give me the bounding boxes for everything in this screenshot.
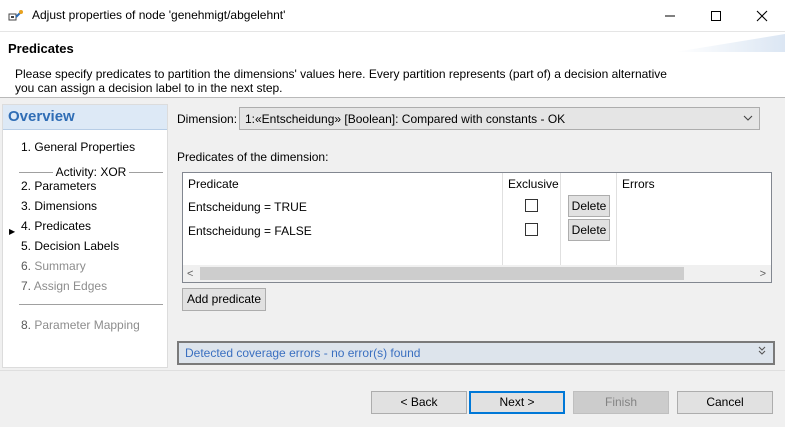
- nav-item-number: 4.: [21, 219, 32, 233]
- nav-group-text: Activity: XOR: [19, 165, 163, 179]
- minimize-icon: [665, 15, 675, 17]
- nav-item-number: 1.: [21, 140, 32, 154]
- dimension-select[interactable]: 1:«Entscheidung» [Boolean]: Compared wit…: [239, 107, 760, 130]
- horizontal-scrollbar[interactable]: < >: [183, 265, 771, 282]
- minimize-button[interactable]: [647, 0, 693, 32]
- nav-item-number: 3.: [21, 199, 32, 213]
- exclusive-checkbox[interactable]: [525, 199, 538, 212]
- cancel-button[interactable]: Cancel: [677, 391, 773, 414]
- chevron-down-icon: [743, 115, 753, 121]
- page-description: Please specify predicates to partition t…: [15, 67, 667, 95]
- nav-item-number: 8.: [21, 318, 32, 332]
- nav-item-dimensions[interactable]: 3. Dimensions: [21, 199, 97, 213]
- maximize-icon: [711, 11, 721, 21]
- delete-button[interactable]: Delete: [568, 219, 610, 241]
- nav-group-label: Activity: XOR: [52, 165, 130, 179]
- current-step-arrow-icon: ▶: [9, 227, 16, 236]
- window-title: Adjust properties of node 'genehmigt/abg…: [32, 8, 286, 22]
- column-header-errors: Errors: [622, 177, 655, 191]
- column-divider: [502, 173, 503, 265]
- nav-item-general-properties[interactable]: 1. General Properties: [21, 140, 135, 154]
- predicate-cell[interactable]: Entscheidung = FALSE: [188, 224, 312, 238]
- scroll-left-icon[interactable]: <: [187, 268, 193, 280]
- title-bar: Adjust properties of node 'genehmigt/abg…: [0, 0, 785, 32]
- column-header-predicate: Predicate: [188, 177, 239, 191]
- wizard-header: Predicates Please specify predicates to …: [0, 32, 785, 97]
- back-button[interactable]: < Back: [371, 391, 467, 414]
- nav-item-number: 7.: [21, 279, 32, 293]
- nav-item-label: Assign Edges: [33, 279, 108, 293]
- nav-title: Overview: [3, 105, 167, 130]
- column-header-exclusive: Exclusive: [508, 177, 559, 191]
- app-icon: [8, 10, 23, 21]
- header-decoration: [675, 34, 785, 52]
- predicate-cell[interactable]: Entscheidung = TRUE: [188, 200, 307, 214]
- exclusive-checkbox[interactable]: [525, 223, 538, 236]
- dimension-label: Dimension:: [177, 112, 238, 126]
- nav-item-label: General Properties: [34, 140, 136, 154]
- nav-item-label: Parameter Mapping: [34, 318, 140, 332]
- nav-item-parameters[interactable]: 2. Parameters: [21, 179, 96, 193]
- nav-item-number: 5.: [21, 239, 32, 253]
- close-icon: [756, 10, 768, 22]
- coverage-status-text: Detected coverage errors - no error(s) f…: [185, 346, 421, 360]
- close-button[interactable]: [739, 0, 785, 32]
- nav-item-decision-labels[interactable]: 5. Decision Labels: [21, 239, 119, 253]
- nav-item-label: Parameters: [34, 179, 97, 193]
- nav-item-assign-edges: 7. Assign Edges: [21, 279, 107, 293]
- maximize-button[interactable]: [693, 0, 739, 32]
- nav-item-label: Summary: [34, 259, 86, 273]
- scroll-right-icon[interactable]: >: [760, 268, 766, 280]
- expand-icon[interactable]: [758, 346, 766, 359]
- coverage-errors-expander[interactable]: Detected coverage errors - no error(s) f…: [177, 341, 775, 365]
- next-button[interactable]: Next >: [469, 391, 565, 414]
- nav-item-number: 6.: [21, 259, 32, 273]
- delete-button[interactable]: Delete: [568, 195, 610, 217]
- nav-item-label: Predicates: [34, 219, 92, 233]
- wizard-body: Overview 1. General Properties Activity:…: [0, 98, 785, 370]
- predicates-table: Predicate Exclusive Errors Entscheidung …: [182, 172, 772, 283]
- predicates-section-label: Predicates of the dimension:: [177, 150, 329, 164]
- add-predicate-button[interactable]: Add predicate: [182, 288, 266, 311]
- nav-item-summary: 6. Summary: [21, 259, 86, 273]
- page-title: Predicates: [8, 41, 74, 56]
- wizard-footer: < Back Next > Finish Cancel: [0, 370, 785, 427]
- nav-item-label: Dimensions: [34, 199, 98, 213]
- overview-nav: Overview 1. General Properties Activity:…: [2, 104, 168, 368]
- dimension-selected-value: 1:«Entscheidung» [Boolean]: Compared wit…: [245, 112, 566, 126]
- nav-item-predicates[interactable]: 4. Predicates: [21, 219, 91, 233]
- nav-divider: [19, 304, 163, 305]
- scrollbar-thumb[interactable]: [200, 267, 684, 280]
- column-divider: [616, 173, 617, 265]
- nav-item-parameter-mapping: 8. Parameter Mapping: [21, 318, 140, 332]
- nav-group-activity: Activity: XOR: [19, 165, 163, 179]
- nav-item-number: 2.: [21, 179, 32, 193]
- column-divider: [560, 173, 561, 265]
- double-chevron-down-icon: [758, 346, 766, 355]
- nav-item-label: Decision Labels: [34, 239, 120, 253]
- nav-title-text: Overview: [8, 108, 75, 125]
- finish-button: Finish: [573, 391, 669, 414]
